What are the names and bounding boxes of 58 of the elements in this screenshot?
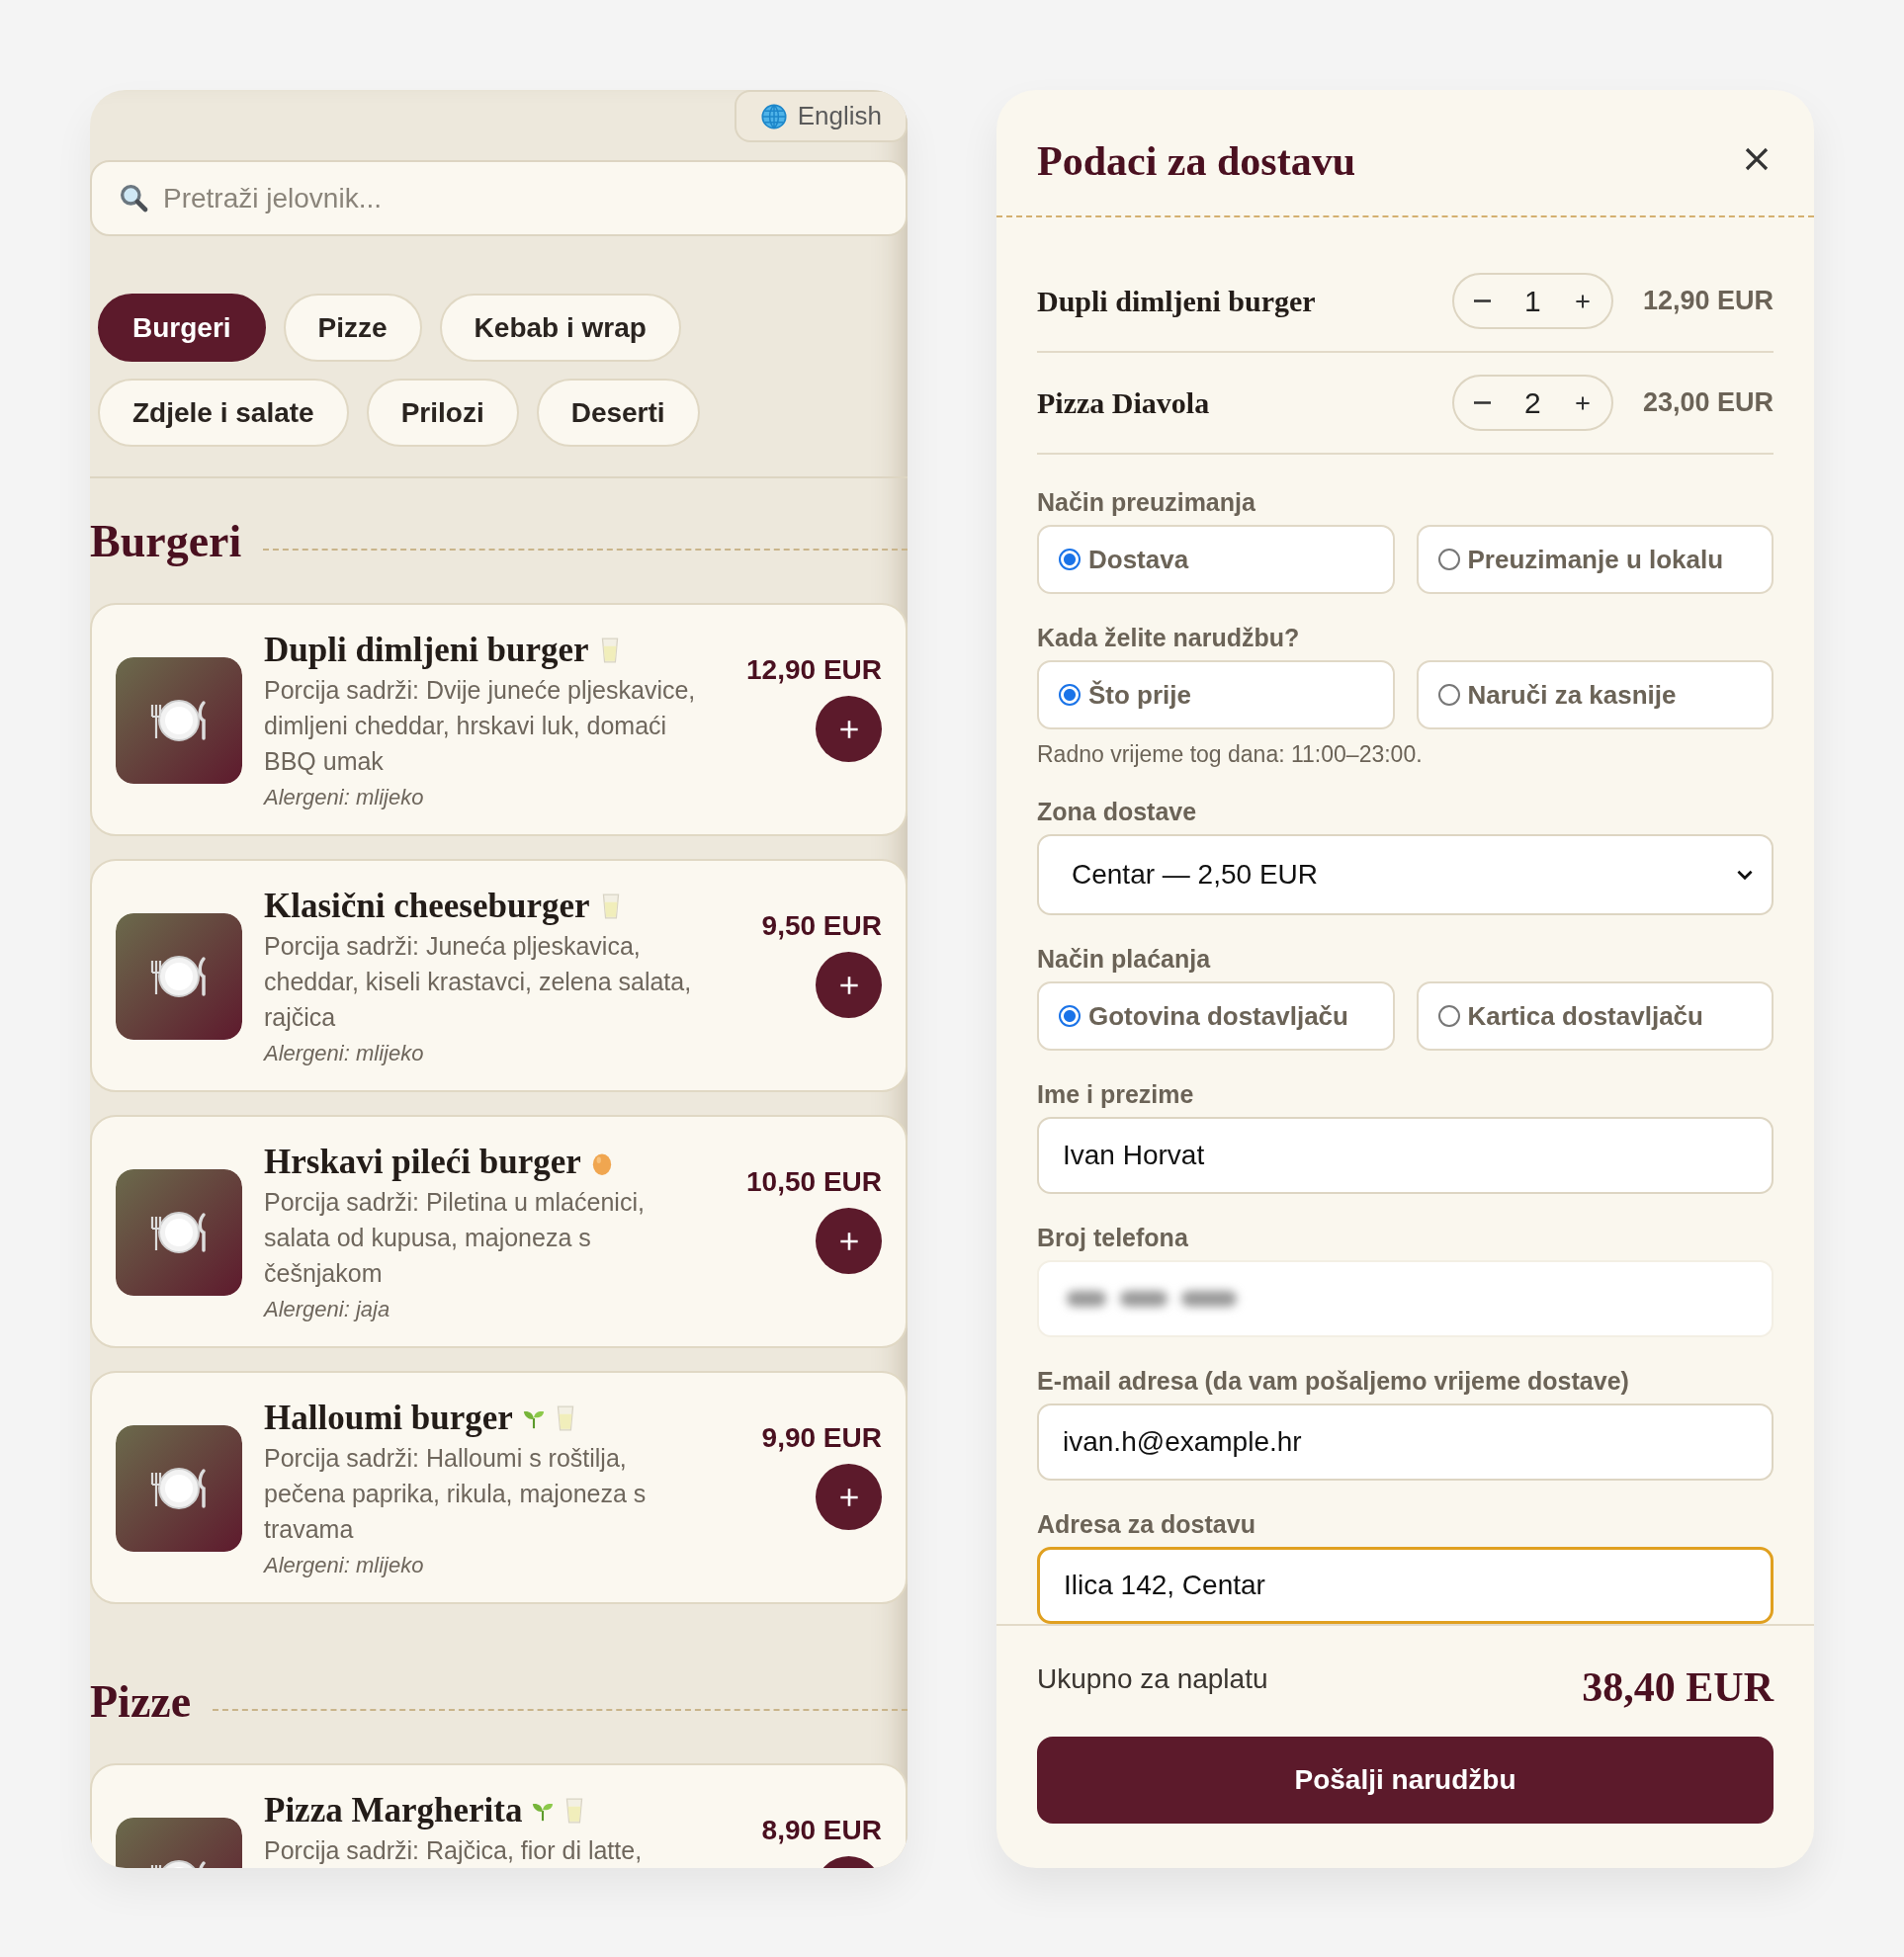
input-field[interactable]: Ilica 142, Centar xyxy=(1037,1547,1774,1624)
search-field[interactable]: Pretraži jelovnik... xyxy=(90,160,908,236)
field-label: Način preuzimanja xyxy=(1037,488,1256,517)
panel-title: Podaci za dostavu xyxy=(1037,136,1355,185)
item-name: Hrskavi pileći burger xyxy=(264,1143,581,1182)
item-price: 10,50 EUR xyxy=(746,1166,882,1198)
category-chip[interactable]: Prilozi xyxy=(366,379,519,447)
field-label: Adresa za dostavu xyxy=(1037,1510,1256,1539)
hint-text: Radno vrijeme tog dana: 11:00–23:00. xyxy=(1037,741,1424,768)
allergens-note: Alergeni: mlijeko xyxy=(264,1553,425,1578)
item-description: Porcija sadrži: Rajčica, fior di latte, xyxy=(264,1835,644,1866)
item-price: 9,50 EUR xyxy=(761,910,882,942)
input-field[interactable]: ivan.h@example.hr xyxy=(1037,1404,1774,1481)
category-chip[interactable]: Deserti xyxy=(536,379,700,447)
zone-select[interactable]: Centar — 2,50 EUR xyxy=(1037,834,1774,915)
category-chip[interactable]: Burgeri xyxy=(98,294,266,362)
submit-order-button[interactable]: Pošalji narudžbu xyxy=(1037,1737,1774,1824)
radio-option[interactable]: Dostava xyxy=(1037,525,1395,594)
section-heading: Burgeri xyxy=(90,514,242,567)
field-label: E-mail adresa (da vam pošaljemo vrijeme dostave) xyxy=(1037,1367,1630,1396)
field-label: Broj telefona xyxy=(1037,1224,1189,1252)
total-amount: 38,40 EUR xyxy=(1582,1663,1774,1711)
cart-item-price: 12,90 EUR xyxy=(1642,286,1774,316)
radio-option[interactable]: Gotovina dostavljaču xyxy=(1037,981,1395,1051)
item-name: Halloumi burger xyxy=(264,1399,513,1438)
item-price: 8,90 EUR xyxy=(761,1815,882,1846)
total-label: Ukupno za naplatu xyxy=(1037,1663,1268,1695)
field-label: Način plaćanja xyxy=(1037,945,1212,974)
category-chip[interactable]: Zdjele i salate xyxy=(98,379,349,447)
item-name: Pizza Margherita xyxy=(264,1791,523,1830)
item-name: Klasični cheeseburger xyxy=(264,887,590,926)
item-price: 9,90 EUR xyxy=(761,1422,882,1454)
field-label: Ime i prezime xyxy=(1037,1080,1195,1109)
quantity-value: 2 xyxy=(1524,385,1541,420)
item-name: Dupli dimljeni burger xyxy=(264,631,589,670)
item-price: 12,90 EUR xyxy=(746,654,882,686)
category-chip[interactable]: Pizze xyxy=(283,294,422,362)
radio-option[interactable]: Naruči za kasnije xyxy=(1416,660,1774,729)
category-chip[interactable]: Kebab i wrap xyxy=(439,294,681,362)
item-description: Porcija sadrži: Halloumi s roštilja, pečena paprika, rikula, majoneza s travama xyxy=(264,1443,648,1545)
cart-item-name: Pizza Diavola xyxy=(1037,385,1211,420)
input-field[interactable]: Ivan Horvat xyxy=(1037,1117,1774,1194)
radio-option[interactable]: Preuzimanje u lokalu xyxy=(1416,525,1774,594)
language-button[interactable]: English xyxy=(734,90,908,142)
radio-option[interactable]: Kartica dostavljaču xyxy=(1416,981,1774,1051)
cart-item-price: 23,00 EUR xyxy=(1642,387,1774,418)
item-description: Porcija sadrži: Dvije juneće pljeskavice, dimljeni cheddar, hrskavi luk, domaći BBQ umak xyxy=(264,675,697,777)
allergens-note: Alergeni: jaja xyxy=(264,1297,391,1322)
field-label: Zona dostave xyxy=(1037,798,1198,826)
cart-item-name: Dupli dimljeni burger xyxy=(1037,284,1317,318)
section-heading: Pizze xyxy=(90,1674,192,1728)
field-label: Kada želite narudžbu? xyxy=(1037,624,1301,652)
item-description: Porcija sadrži: Juneća pljeskavica, cheddar, kiseli krastavci, zelena salata, rajčica xyxy=(264,931,693,1033)
allergens-note: Alergeni: mlijeko xyxy=(264,1041,425,1066)
quantity-value: 1 xyxy=(1524,284,1541,318)
radio-option[interactable]: Što prije xyxy=(1037,660,1395,729)
item-description: Porcija sadrži: Piletina u mlaćenici, salata od kupusa, majoneza s češnjakom xyxy=(264,1187,646,1289)
allergens-note: Alergeni: mlijeko xyxy=(264,785,425,810)
